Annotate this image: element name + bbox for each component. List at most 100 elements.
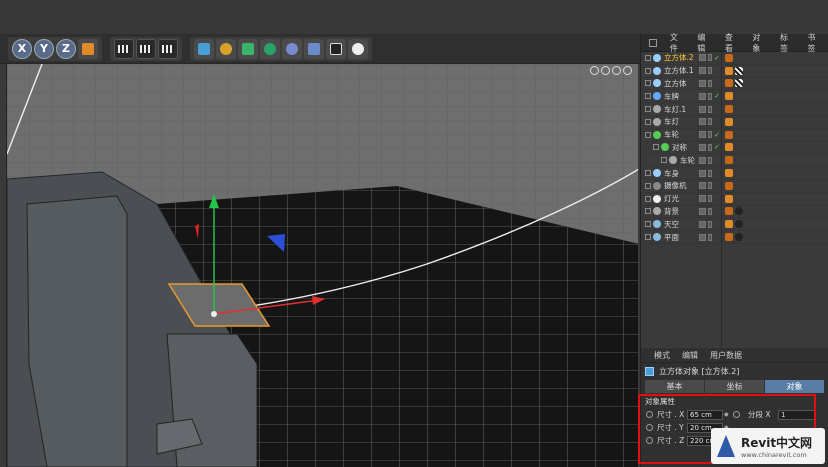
spinner-icon[interactable]: ◆ (724, 411, 729, 418)
anim-radio[interactable] (646, 411, 653, 418)
object-row[interactable]: 车灯.1 (641, 103, 828, 116)
expand-icon[interactable] (645, 234, 651, 241)
phong-tag-icon[interactable] (725, 233, 733, 242)
layer-box[interactable] (699, 182, 706, 190)
expand-icon[interactable] (645, 208, 651, 215)
layer-box[interactable] (699, 54, 706, 62)
layer-box[interactable] (699, 92, 706, 100)
object-row[interactable]: 车牌 ✓ (641, 90, 828, 104)
menu-mode[interactable]: 模式 (649, 350, 675, 361)
layer-box[interactable] (699, 233, 706, 241)
camera-icon[interactable] (326, 38, 346, 59)
x-axis-button[interactable]: X (12, 38, 32, 59)
layer-box[interactable] (699, 220, 706, 228)
expand-icon[interactable] (645, 195, 651, 202)
object-row[interactable]: 车轮 ✓ (641, 129, 828, 142)
object-row[interactable]: 车身 (641, 167, 828, 180)
menu-tag[interactable]: 标签 (775, 32, 801, 54)
menu-file[interactable]: 文件 (665, 32, 691, 54)
visibility-dots[interactable] (708, 79, 712, 87)
material-tag-icon[interactable] (735, 220, 743, 229)
layer-box[interactable] (699, 105, 706, 113)
object-row[interactable]: 立方体.2 ✓ (641, 52, 828, 65)
object-row[interactable]: 灯光 (641, 193, 828, 206)
visibility-dots[interactable] (708, 182, 712, 190)
subdivision-icon[interactable] (238, 38, 258, 59)
visibility-dots[interactable] (708, 207, 712, 215)
material-tag-icon[interactable] (735, 233, 743, 242)
enabled-check-icon[interactable]: ✓ (714, 92, 720, 100)
menu-user-data[interactable]: 用户数据 (705, 350, 747, 361)
zoom-view-icon[interactable] (601, 66, 610, 75)
phong-tag-icon[interactable] (725, 169, 733, 178)
phong-tag-icon[interactable] (725, 207, 733, 216)
expand-icon[interactable] (661, 157, 667, 164)
layer-box[interactable] (699, 131, 706, 139)
render-picture-icon[interactable] (136, 38, 156, 59)
segments-x-field[interactable]: 1 (778, 409, 816, 420)
enabled-check-icon[interactable]: ✓ (714, 143, 720, 151)
phong-tag-icon[interactable] (725, 130, 733, 139)
phong-tag-icon[interactable] (725, 220, 733, 229)
layer-box[interactable] (699, 156, 706, 164)
deformer-icon[interactable] (282, 38, 302, 59)
light-icon[interactable] (348, 38, 368, 59)
rotate-view-icon[interactable] (612, 66, 621, 75)
phong-tag-icon[interactable] (725, 156, 733, 165)
layer-box[interactable] (699, 118, 706, 126)
layer-box[interactable] (699, 67, 706, 75)
tab-object[interactable]: 对象 (765, 380, 825, 393)
visibility-dots[interactable] (708, 118, 712, 126)
scene-floor-icon[interactable] (304, 38, 324, 59)
visibility-dots[interactable] (708, 143, 712, 151)
render-view-icon[interactable] (114, 38, 134, 59)
expand-icon[interactable] (645, 131, 651, 138)
object-row[interactable]: 立方体.1 (641, 65, 828, 78)
visibility-dots[interactable] (708, 233, 712, 241)
object-row[interactable]: 对称 ✓ (641, 142, 828, 155)
anim-radio[interactable] (646, 437, 653, 444)
pen-icon[interactable] (216, 38, 236, 59)
object-row[interactable]: 车轮 (641, 154, 828, 168)
visibility-dots[interactable] (708, 220, 712, 228)
visibility-dots[interactable] (708, 156, 712, 164)
menu-view[interactable]: 查看 (720, 32, 746, 54)
phong-tag-icon[interactable] (725, 66, 733, 75)
menu-edit[interactable]: 编辑 (692, 32, 718, 54)
object-row[interactable]: 背景 (641, 206, 828, 219)
render-settings-icon[interactable] (158, 38, 178, 59)
object-row[interactable]: 立方体 (641, 78, 828, 91)
expand-icon[interactable] (645, 170, 651, 177)
gizmo-center[interactable] (211, 311, 217, 317)
visibility-dots[interactable] (708, 105, 712, 113)
tab-coords[interactable]: 坐标 (705, 380, 765, 393)
enabled-check-icon[interactable]: ✓ (714, 54, 720, 62)
material-tag-icon[interactable] (735, 66, 743, 75)
phong-tag-icon[interactable] (725, 105, 733, 114)
layer-box[interactable] (699, 79, 706, 87)
3d-viewport[interactable] (6, 64, 638, 467)
maximize-view-icon[interactable] (623, 66, 632, 75)
expand-icon[interactable] (653, 144, 659, 151)
layer-box[interactable] (699, 207, 706, 215)
expand-icon[interactable] (645, 118, 651, 125)
visibility-dots[interactable] (708, 131, 712, 139)
expand-icon[interactable] (645, 182, 651, 189)
phong-tag-icon[interactable] (725, 79, 733, 88)
expand-icon[interactable] (645, 221, 651, 228)
menu-bookmark[interactable]: 书签 (802, 32, 828, 54)
size-x-field[interactable]: 65 cm (687, 409, 723, 420)
object-row[interactable]: 天空 (641, 218, 828, 232)
menu-edit-attr[interactable]: 编辑 (677, 350, 703, 361)
coordinate-system-icon[interactable] (78, 38, 98, 59)
anim-radio[interactable] (646, 424, 653, 431)
material-tag-icon[interactable] (735, 207, 743, 216)
expand-icon[interactable] (645, 93, 651, 100)
expand-icon[interactable] (645, 80, 651, 87)
cube-icon[interactable] (194, 38, 214, 59)
object-row[interactable]: 平面 (641, 231, 828, 244)
layer-box[interactable] (699, 195, 706, 203)
object-row[interactable]: 摄像机 (641, 180, 828, 193)
phong-tag-icon[interactable] (725, 194, 733, 203)
phong-tag-icon[interactable] (725, 92, 733, 101)
